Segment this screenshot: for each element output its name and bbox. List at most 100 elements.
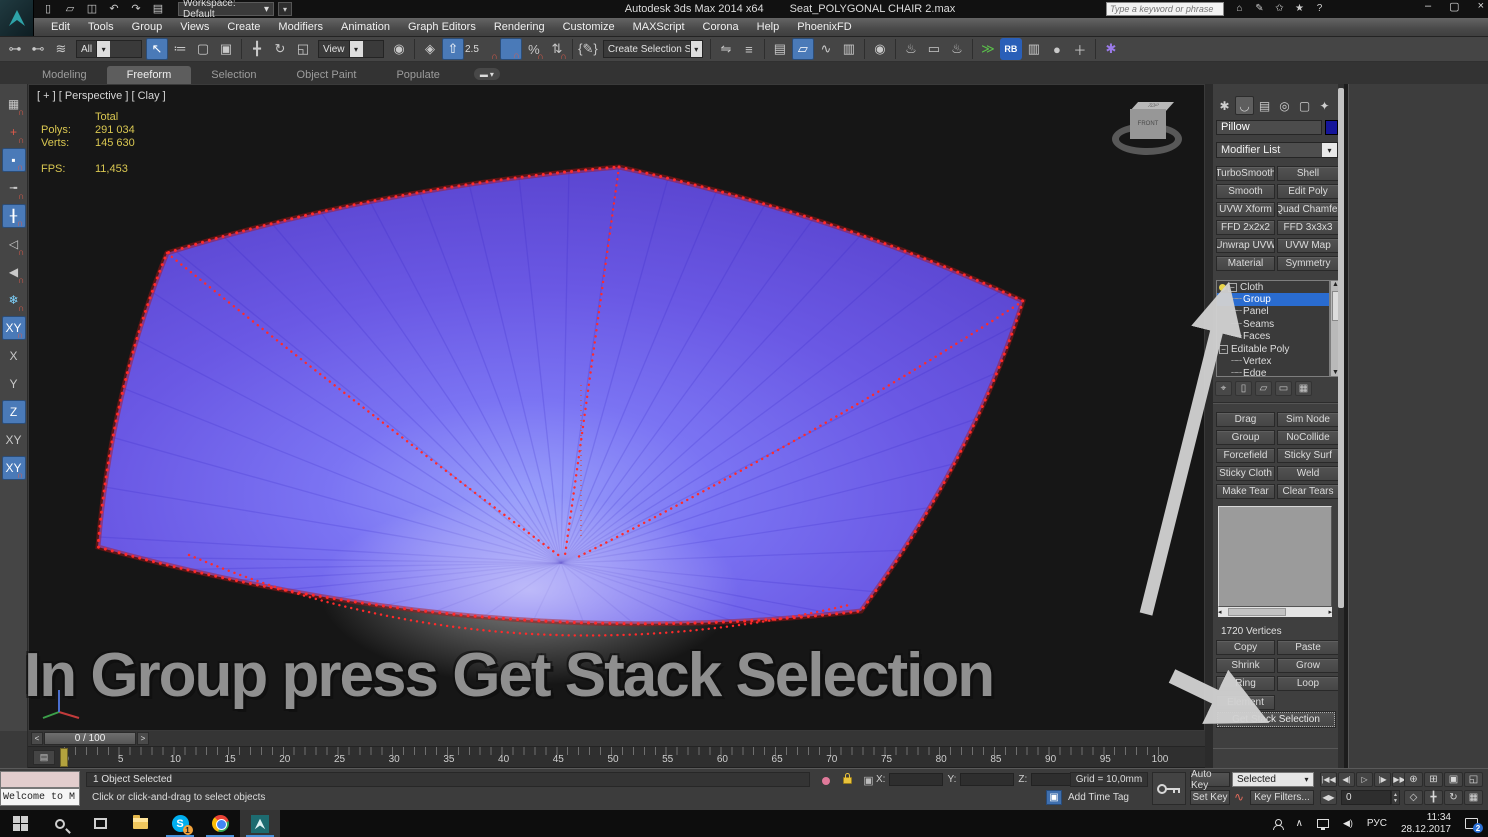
render-production-icon[interactable]: ♨ [946,38,968,60]
modifier-ffd-2x2x2-button[interactable]: FFD 2x2x2 [1216,220,1275,235]
selection-lock-icon[interactable] [840,773,855,788]
current-frame-field[interactable]: 0 [1341,790,1391,805]
modifier-edit-poly-button[interactable]: Edit Poly [1277,184,1339,199]
keyboard-shortcut-override-icon[interactable]: ⇧ [442,38,464,60]
action-center-icon[interactable]: 2 [1465,818,1483,833]
stack-item-group[interactable]: ╌╌ Group [1217,293,1329,306]
set-key-button[interactable]: Set Key [1190,790,1230,805]
configure-modifier-sets-icon[interactable]: ▦ [1295,381,1312,396]
hscrollbar-thumb[interactable] [1228,608,1286,616]
menu-create[interactable]: Create [218,18,269,36]
get-stack-selection-button[interactable]: Get Stack Selection [1216,711,1336,728]
chrome-button[interactable] [200,810,240,837]
network-icon[interactable] [1316,819,1329,830]
language-indicator[interactable]: РУС [1367,818,1387,829]
tab-hierarchy-icon[interactable]: ▤ [1255,96,1274,115]
make-unique-icon[interactable]: ▱ [1255,381,1272,396]
menu-rendering[interactable]: Rendering [485,18,554,36]
reference-coordinate-dropdown[interactable]: View ▾ [318,40,384,58]
project-folder-icon[interactable]: ▤ [150,1,166,16]
key-mode-toggle-button[interactable]: ◀▶ [1320,790,1337,805]
snap-frozen-icon[interactable]: ❄ ∩ [2,288,26,313]
menu-modifiers[interactable]: Modifiers [269,18,332,36]
maxscript-mini-listener[interactable]: Welcome to M [0,788,80,806]
help-icon[interactable]: ? [1312,1,1327,16]
modifier-quad-chamfer-button[interactable]: Quad Chamfer [1277,202,1339,217]
menu-maxscript[interactable]: MAXScript [624,18,694,36]
stack-item-editable-poly[interactable]: − Editable Poly [1217,343,1329,355]
stack-item-seams[interactable]: ╌╌ Seams [1217,318,1329,330]
align-icon[interactable]: ≡ [738,38,760,60]
menu-views[interactable]: Views [171,18,218,36]
named-selection-sets-icon[interactable]: {✎} [577,38,599,60]
select-and-scale-icon[interactable]: ◱ [292,38,314,60]
selection-loop-button[interactable]: Loop [1277,676,1339,691]
y-coordinate-field[interactable] [960,773,1015,786]
redo-icon[interactable]: ↷ [128,1,144,16]
open-file-icon[interactable]: ▱ [62,1,78,16]
vray-chevrons-icon[interactable]: ≫ [977,38,999,60]
group-list-hscrollbar[interactable]: ◂ ▸ [1218,607,1332,617]
frame-spinner[interactable]: ▲ ▼ [1391,790,1400,805]
window-crossing-icon[interactable]: ▣ [215,38,237,60]
modifier-list-dropdown[interactable]: Modifier List ▾ [1216,142,1338,158]
workspace-dropdown[interactable]: Workspace: Default ▾ [178,0,274,20]
snap-face-icon[interactable]: ◁ ∩ [2,232,26,257]
selection-filter-dropdown[interactable]: All ▾ [76,40,142,58]
search-input[interactable] [1106,2,1224,16]
menu-group[interactable]: Group [123,18,172,36]
cloth-group-button[interactable]: Group [1216,430,1275,445]
spinner-snap-icon[interactable]: ⇅ ∩ [546,38,568,61]
environment-sphere-icon[interactable]: ● [1046,38,1068,60]
dope-sheet-icon[interactable]: ▥ [838,38,860,60]
modifier-smooth-button[interactable]: Smooth [1216,184,1275,199]
mirror-icon[interactable]: ⇋ [715,38,737,60]
object-name-field[interactable]: Pillow [1216,120,1322,135]
maxscript-mini-listener-pink[interactable] [0,771,80,788]
select-and-move-icon[interactable]: ╋ [246,38,268,60]
clock[interactable]: 11:34 28.12.2017 [1401,812,1451,836]
use-pivot-point-icon[interactable]: ◉ [388,38,410,60]
modifier-symmetry-button[interactable]: Symmetry [1277,256,1339,271]
snap-vertex-icon[interactable]: ▪ ∩ [1,148,26,172]
cloth-clear-tears-button[interactable]: Clear Tears [1277,484,1339,499]
menu-corona[interactable]: Corona [694,18,748,36]
viewcube-front-face[interactable]: FRONT [1130,109,1166,139]
restore-button[interactable]: ▢ [1449,0,1459,13]
tab-utilities-icon[interactable]: ✦ [1315,96,1334,115]
scene-explorer-icon[interactable]: ▱ [791,38,814,60]
selection-set-dropdown[interactable]: Create Selection Se ▾ [602,40,703,58]
time-tag-icon[interactable]: ▣ [1046,790,1062,805]
perspective-viewport[interactable]: [ + ] [ Perspective ] [ Clay ] Total Pol… [28,84,1205,731]
menu-tools[interactable]: Tools [79,18,123,36]
default-tangent-icon[interactable]: ∿ [1232,790,1246,805]
cloth-make-tear-button[interactable]: Make Tear [1216,484,1275,499]
tab-create-icon[interactable]: ✱ [1215,96,1234,115]
select-by-name-icon[interactable]: ≔ [169,38,191,60]
3dsmax-taskbar-button[interactable] [240,810,280,837]
percent-snap-icon[interactable]: % ∩ [523,38,545,62]
tab-object-paint[interactable]: Object Paint [277,66,377,84]
modifier-unwrap-uvw-button[interactable]: Unwrap UVW [1216,238,1275,253]
selection-ring-button[interactable]: Ring [1216,676,1275,691]
tab-motion-icon[interactable]: ◎ [1275,96,1294,115]
star-icon[interactable]: ★ [1292,1,1307,16]
maximize-viewport-toggle-icon[interactable]: ▦ [1464,790,1483,805]
new-scene-icon[interactable]: ▯ [40,1,56,16]
isolate-selection-icon[interactable] [818,773,833,788]
cloth-drag-button[interactable]: Drag [1216,412,1275,427]
material-editor-icon[interactable]: ◉ [869,38,891,60]
snaps-toggle-icon[interactable]: ∩ [477,38,499,61]
snap-midpoint-icon[interactable]: ╂ ∩ [1,204,26,228]
pan-icon[interactable]: ╋ [1424,790,1443,805]
stack-item-vertex[interactable]: ╌╌ Vertex [1217,355,1329,367]
tab-freeform[interactable]: Freeform [106,66,192,84]
add-time-tag[interactable]: Add Time Tag [1068,790,1129,806]
group-list-box[interactable] [1218,506,1332,607]
current-frame-marker[interactable] [60,748,68,767]
menu-animation[interactable]: Animation [332,18,399,36]
favorites-icon[interactable]: ✩ [1272,1,1287,16]
snap-face-filled-icon[interactable]: ◀ ∩ [2,260,26,285]
ribbon-minimize-button[interactable]: ▬ ▾ [473,68,500,80]
railclone-icon[interactable]: RB [999,38,1022,60]
